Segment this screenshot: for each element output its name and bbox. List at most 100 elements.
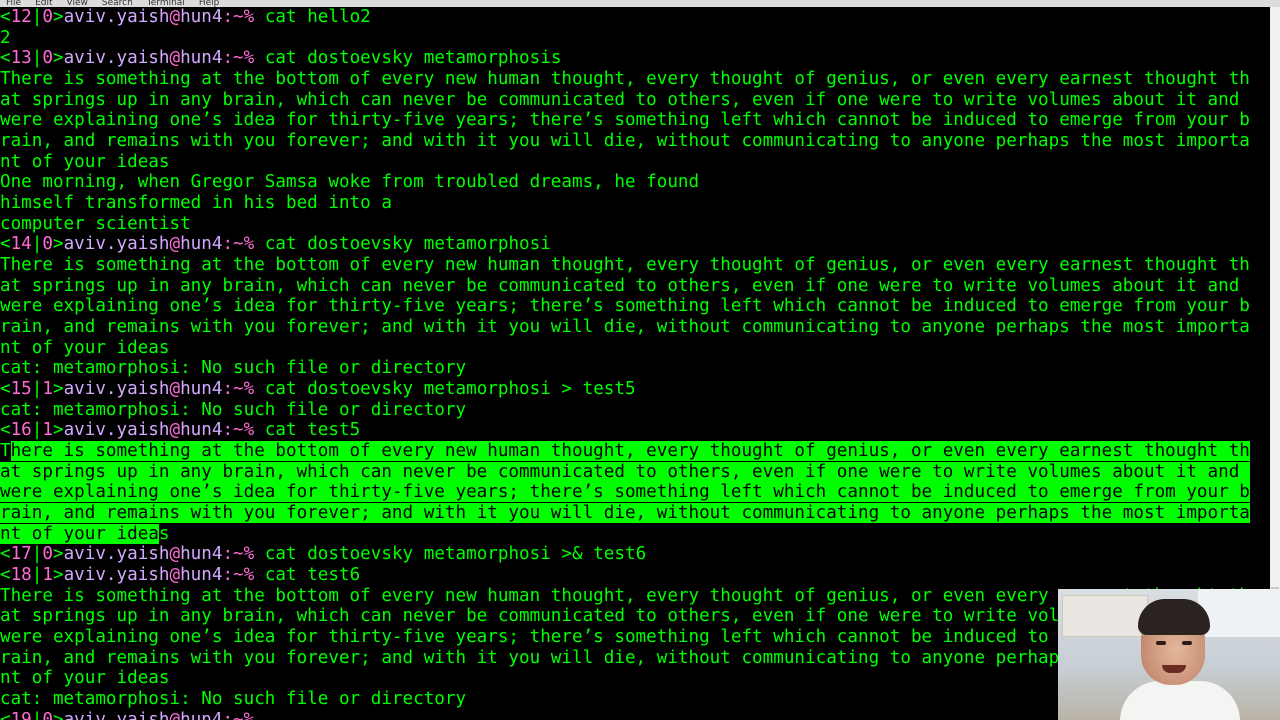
terminal-text: > bbox=[52, 7, 64, 27]
terminal-text: cat test5 bbox=[254, 420, 361, 441]
terminal-text: :~% bbox=[222, 420, 255, 441]
terminal-text: computer scientist bbox=[0, 213, 191, 234]
terminal-line: <15|1>aviv.yaish@hun4:~% cat dostoevsky … bbox=[0, 379, 636, 400]
terminal-line: nt of your ideas bbox=[0, 152, 169, 173]
terminal-text: :~% bbox=[222, 234, 255, 255]
presenter-eye-right bbox=[1182, 641, 1192, 645]
terminal-text: 1 bbox=[42, 379, 53, 400]
terminal-text: rain, and remains with you forever; and … bbox=[0, 131, 1250, 152]
selected-text: here is something at the bottom of every… bbox=[10, 441, 1250, 462]
terminal-text: 0 bbox=[42, 709, 53, 720]
terminal-text: 14 bbox=[10, 234, 32, 255]
terminal-line: nt of your ideas bbox=[0, 668, 169, 689]
terminal-line: nt of your ideas bbox=[0, 338, 169, 359]
menu-item-view[interactable]: View bbox=[67, 0, 88, 7]
terminal-text: nt of your ideas bbox=[0, 151, 170, 172]
terminal-text: < bbox=[0, 234, 11, 255]
terminal-text: 0 bbox=[42, 7, 53, 27]
terminal-line: were explaining one’s idea for thirty-fi… bbox=[0, 482, 1250, 503]
terminal-text: 18 bbox=[10, 565, 32, 586]
terminal-text: aviv.yaish bbox=[63, 709, 170, 720]
terminal-text: | bbox=[31, 379, 43, 400]
terminal-text: cat: metamorphosi: No such file or direc… bbox=[0, 358, 467, 379]
terminal-text: @ bbox=[169, 420, 181, 441]
terminal-text: 0 bbox=[42, 234, 53, 255]
terminal-text: cat: metamorphosi: No such file or direc… bbox=[0, 399, 467, 420]
menu-item-file[interactable]: File bbox=[6, 0, 21, 7]
presenter-hair bbox=[1138, 599, 1210, 635]
terminal-text: > bbox=[52, 544, 64, 565]
terminal-text: 13 bbox=[10, 48, 32, 69]
terminal-text: < bbox=[0, 379, 11, 400]
terminal-line: <16|1>aviv.yaish@hun4:~% cat test5 bbox=[0, 420, 360, 441]
terminal-text: > bbox=[52, 420, 64, 441]
terminal-text: > bbox=[52, 565, 64, 586]
menu-item-terminal[interactable]: Terminal bbox=[147, 0, 185, 7]
menu-item-edit[interactable]: Edit bbox=[35, 0, 52, 7]
terminal-text: aviv.yaish bbox=[63, 379, 170, 400]
terminal-line: <18|1>aviv.yaish@hun4:~% cat test6 bbox=[0, 565, 360, 586]
terminal-text: > bbox=[52, 709, 64, 720]
selected-text: at springs up in any brain, which can ne… bbox=[0, 461, 1250, 482]
terminal-text: were explaining one’s idea for thirty-fi… bbox=[0, 110, 1250, 131]
terminal-text: > bbox=[52, 234, 64, 255]
terminal-text: 0 bbox=[42, 48, 53, 69]
terminal-text: 2 bbox=[0, 27, 11, 48]
terminal-text: hun4 bbox=[180, 234, 223, 255]
terminal-text: hun4 bbox=[180, 420, 223, 441]
terminal-text: were explaining one’s idea for thirty-fi… bbox=[0, 296, 1250, 317]
terminal-text: One morning, when Gregor Samsa woke from… bbox=[0, 172, 700, 193]
terminal-line: rain, and remains with you forever; and … bbox=[0, 503, 1250, 524]
selected-text: rain, and remains with you forever; and … bbox=[0, 503, 1250, 524]
terminal-line: were explaining one’s idea for thirty-fi… bbox=[0, 110, 1250, 131]
terminal-text: aviv.yaish bbox=[63, 565, 170, 586]
terminal-text: | bbox=[31, 420, 43, 441]
terminal-line: himself transformed in his bed into a bbox=[0, 193, 392, 214]
terminal-text: 0 bbox=[42, 544, 53, 565]
terminal-text: hun4 bbox=[180, 379, 223, 400]
terminal-line: There is something at the bottom of ever… bbox=[0, 255, 1250, 276]
terminal-text: @ bbox=[169, 48, 181, 69]
terminal-line: nt of your ideas bbox=[0, 523, 169, 545]
terminal-line: rain, and remains with you forever; and … bbox=[0, 317, 1250, 338]
terminal-text: :~% bbox=[222, 709, 255, 720]
terminal-line: at springs up in any brain, which can ne… bbox=[0, 606, 1239, 627]
background-shelf bbox=[1062, 595, 1148, 637]
terminal-text: | bbox=[31, 544, 43, 565]
terminal-text: 19 bbox=[10, 709, 32, 720]
terminal-text: @ bbox=[169, 379, 181, 400]
terminal-text: @ bbox=[169, 565, 181, 586]
terminal-text: :~% bbox=[222, 565, 255, 586]
terminal-text: | bbox=[31, 709, 43, 720]
terminal-line: There is something at the bottom of ever… bbox=[0, 69, 1250, 90]
menu-item-search[interactable]: Search bbox=[102, 0, 133, 7]
terminal-text: > bbox=[52, 48, 64, 69]
terminal-text: 15 bbox=[10, 379, 32, 400]
terminal-text: aviv.yaish bbox=[63, 544, 170, 565]
terminal-line: 2 bbox=[0, 28, 11, 49]
terminal-text: cat dostoevsky metamorphosi > test5 bbox=[254, 379, 636, 400]
menu-bar: File Edit View Search Terminal Help bbox=[0, 0, 1280, 7]
terminal-window[interactable]: File Edit View Search Terminal Help <12|0>avi… bbox=[0, 0, 1280, 720]
terminal-text: nt of your ideas bbox=[0, 668, 170, 689]
menu-item-help[interactable]: Help bbox=[199, 0, 220, 7]
background-window bbox=[1198, 589, 1280, 637]
terminal-line: cat: metamorphosi: No such file or direc… bbox=[0, 400, 466, 421]
terminal-line: cat: metamorphosi: No such file or direc… bbox=[0, 358, 466, 379]
terminal-text: at springs up in any brain, which can ne… bbox=[0, 606, 1240, 627]
selected-text: were explaining one’s idea for thirty-fi… bbox=[0, 482, 1250, 503]
terminal-text: < bbox=[0, 7, 11, 27]
terminal-text: cat dostoevsky metamorphosi >& test6 bbox=[254, 544, 647, 565]
terminal-text: | bbox=[31, 234, 43, 255]
terminal-text: :~% bbox=[222, 544, 255, 565]
terminal-text: :~% bbox=[222, 7, 255, 27]
terminal-line: at springs up in any brain, which can ne… bbox=[0, 276, 1239, 297]
terminal-text: < bbox=[0, 420, 11, 441]
terminal-text: 17 bbox=[10, 544, 32, 565]
terminal-text: @ bbox=[169, 544, 181, 565]
terminal-line: rain, and remains with you forever; and … bbox=[0, 131, 1250, 152]
selected-text: nt of your idea bbox=[0, 523, 159, 544]
terminal-text: hun4 bbox=[180, 48, 223, 69]
terminal-text: 1 bbox=[42, 565, 53, 586]
terminal-text: himself transformed in his bed into a bbox=[0, 193, 392, 214]
